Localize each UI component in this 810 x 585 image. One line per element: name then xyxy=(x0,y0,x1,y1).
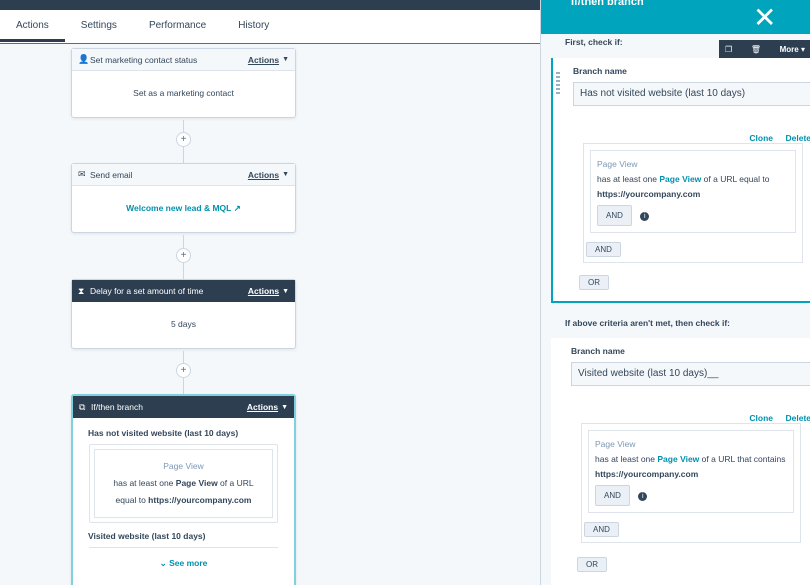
actions-dropdown[interactable]: Actions xyxy=(247,402,278,412)
drag-handle-icon[interactable] xyxy=(556,72,560,94)
card-title: Delay for a set amount of time xyxy=(90,286,204,296)
tab-bar: Actions Settings Performance History xyxy=(0,10,540,44)
chevron-down-icon: ▼ xyxy=(282,56,289,63)
copy-icon[interactable]: ❐ xyxy=(725,45,732,54)
close-icon[interactable]: ✕ xyxy=(753,4,776,32)
filter-property: Page View xyxy=(657,454,700,464)
action-card-if-then-branch[interactable]: ⧉ If/then branch Actions ▼ Has not visit… xyxy=(71,394,296,585)
info-icon[interactable]: i xyxy=(638,492,648,501)
or-button[interactable]: OR xyxy=(577,557,607,572)
filter-value: https://yourcompany.com xyxy=(595,469,699,479)
filter-title: Page View xyxy=(595,439,636,449)
card-title: If/then branch xyxy=(91,402,143,412)
clone-link[interactable]: Clone xyxy=(749,413,773,423)
branch-settings-panel: If/then branch ✕ First, check if: ❐ 🗑 Mo… xyxy=(540,0,810,585)
branch-name-input[interactable]: Has not visited website (last 10 days) xyxy=(573,82,810,106)
more-dropdown[interactable]: More ▾ xyxy=(780,45,805,54)
filter-line: has at least one Page View of a URL that… xyxy=(595,452,787,467)
branch-name: Visited website (last 10 days) xyxy=(88,531,206,541)
filter-property: Page View xyxy=(659,174,702,184)
filter-card[interactable]: Page View has at least one Page View of … xyxy=(590,150,796,233)
filter-line: has at least one Page View of a URL xyxy=(101,475,266,492)
and-button[interactable]: AND xyxy=(584,522,619,537)
add-action-button[interactable]: + xyxy=(176,363,191,378)
first-check-label: First, check if: xyxy=(565,37,623,47)
delete-link[interactable]: Delete xyxy=(785,133,810,143)
filter-group: Page View has at least one Page View of … xyxy=(581,423,801,543)
chevron-down-icon: ▼ xyxy=(282,287,289,295)
branch-section-1: Branch name Has not visited website (las… xyxy=(551,58,810,303)
chevron-down-icon: ▼ xyxy=(281,403,288,411)
filter-line: has at least one Page View of a URL equa… xyxy=(597,172,789,187)
workflow-canvas: 👤 Set marketing contact status Actions ▼… xyxy=(0,44,540,585)
chevron-down-icon: ⌄ xyxy=(159,558,167,568)
branch-icon: ⧉ xyxy=(79,401,86,412)
chevron-down-icon: ▼ xyxy=(282,171,289,178)
filter-title: Page View xyxy=(597,159,638,169)
filter-text: has at least one xyxy=(595,454,658,464)
action-card-delay[interactable]: ⧗ Delay for a set amount of time Actions… xyxy=(71,279,296,349)
filter-text: has at least one xyxy=(597,174,660,184)
actions-dropdown[interactable]: Actions xyxy=(248,170,279,180)
filter-text: has at least one xyxy=(113,478,176,488)
branch-name-input[interactable]: Visited website (last 10 days)__ xyxy=(571,362,810,386)
actions-dropdown[interactable]: Actions xyxy=(248,286,279,296)
filter-text: equal to xyxy=(115,495,149,505)
and-button[interactable]: AND xyxy=(595,485,630,506)
clone-link[interactable]: Clone xyxy=(749,133,773,143)
card-header: ✉ Send email Actions ▼ xyxy=(72,164,295,186)
see-more-link[interactable]: ⌄ See more xyxy=(73,548,294,569)
external-link-icon: ↗ xyxy=(233,203,241,213)
and-button[interactable]: AND xyxy=(586,242,621,257)
card-title: Set marketing contact status xyxy=(90,54,198,65)
filter-card[interactable]: Page View has at least one Page View of … xyxy=(588,430,794,513)
filter-text: of a URL that contains xyxy=(699,454,786,464)
panel-header: If/then branch ✕ xyxy=(541,0,810,34)
filter-property: Page View xyxy=(175,478,218,488)
filter-line: equal to https://yourcompany.com xyxy=(101,492,266,509)
add-action-button[interactable]: + xyxy=(176,132,191,147)
branch-toolbar: ❐ 🗑 More ▾ xyxy=(719,40,810,58)
or-button[interactable]: OR xyxy=(579,275,609,290)
actions-dropdown[interactable]: Actions xyxy=(248,55,279,65)
add-action-button[interactable]: + xyxy=(176,248,191,263)
branch-section-2: Branch name Visited website (last 10 day… xyxy=(551,338,810,585)
trash-icon[interactable]: 🗑 xyxy=(751,45,761,54)
card-title: Send email xyxy=(90,169,133,180)
panel-title: If/then branch xyxy=(571,0,644,8)
envelope-icon: ✉ xyxy=(78,169,86,179)
filter-text: of a URL equal to xyxy=(701,174,770,184)
tab-actions[interactable]: Actions xyxy=(0,10,65,42)
filter-value: https://yourcompany.com xyxy=(148,495,252,505)
card-header: ⧗ Delay for a set amount of time Actions… xyxy=(72,280,295,302)
card-body: Set as a marketing contact xyxy=(133,88,234,98)
else-check-label: If above criteria aren't met, then check… xyxy=(565,318,730,328)
filter-group: Page View has at least one Page View of … xyxy=(583,143,803,263)
filter-value: https://yourcompany.com xyxy=(597,189,701,199)
tab-performance[interactable]: Performance xyxy=(133,10,222,42)
filter-card: Page View has at least one Page View of … xyxy=(94,449,273,518)
card-body: 5 days xyxy=(170,319,197,329)
branch-name: Has not visited website (last 10 days) xyxy=(88,428,239,438)
branch-name-label: Branch name xyxy=(573,66,627,76)
and-button[interactable]: AND xyxy=(597,205,632,226)
see-more-label: See more xyxy=(169,558,208,568)
hourglass-icon: ⧗ xyxy=(78,285,85,296)
filter-title: Page View xyxy=(163,461,204,471)
branch-name-label: Branch name xyxy=(571,346,625,356)
info-icon[interactable]: i xyxy=(640,212,650,221)
filter-text: of a URL xyxy=(217,478,254,488)
card-header: 👤 Set marketing contact status Actions ▼ xyxy=(72,49,295,71)
action-card-set-status[interactable]: 👤 Set marketing contact status Actions ▼… xyxy=(71,48,296,118)
tab-history[interactable]: History xyxy=(222,10,285,42)
email-link[interactable]: Welcome new lead & MQL xyxy=(126,203,231,213)
card-header: ⧉ If/then branch Actions ▼ xyxy=(73,396,294,418)
action-card-send-email[interactable]: ✉ Send email Actions ▼ Welcome new lead … xyxy=(71,163,296,233)
tab-settings[interactable]: Settings xyxy=(65,10,133,42)
person-icon: 👤 xyxy=(78,54,90,64)
filter-group: Page View has at least one Page View of … xyxy=(89,444,278,523)
delete-link[interactable]: Delete xyxy=(785,413,810,423)
